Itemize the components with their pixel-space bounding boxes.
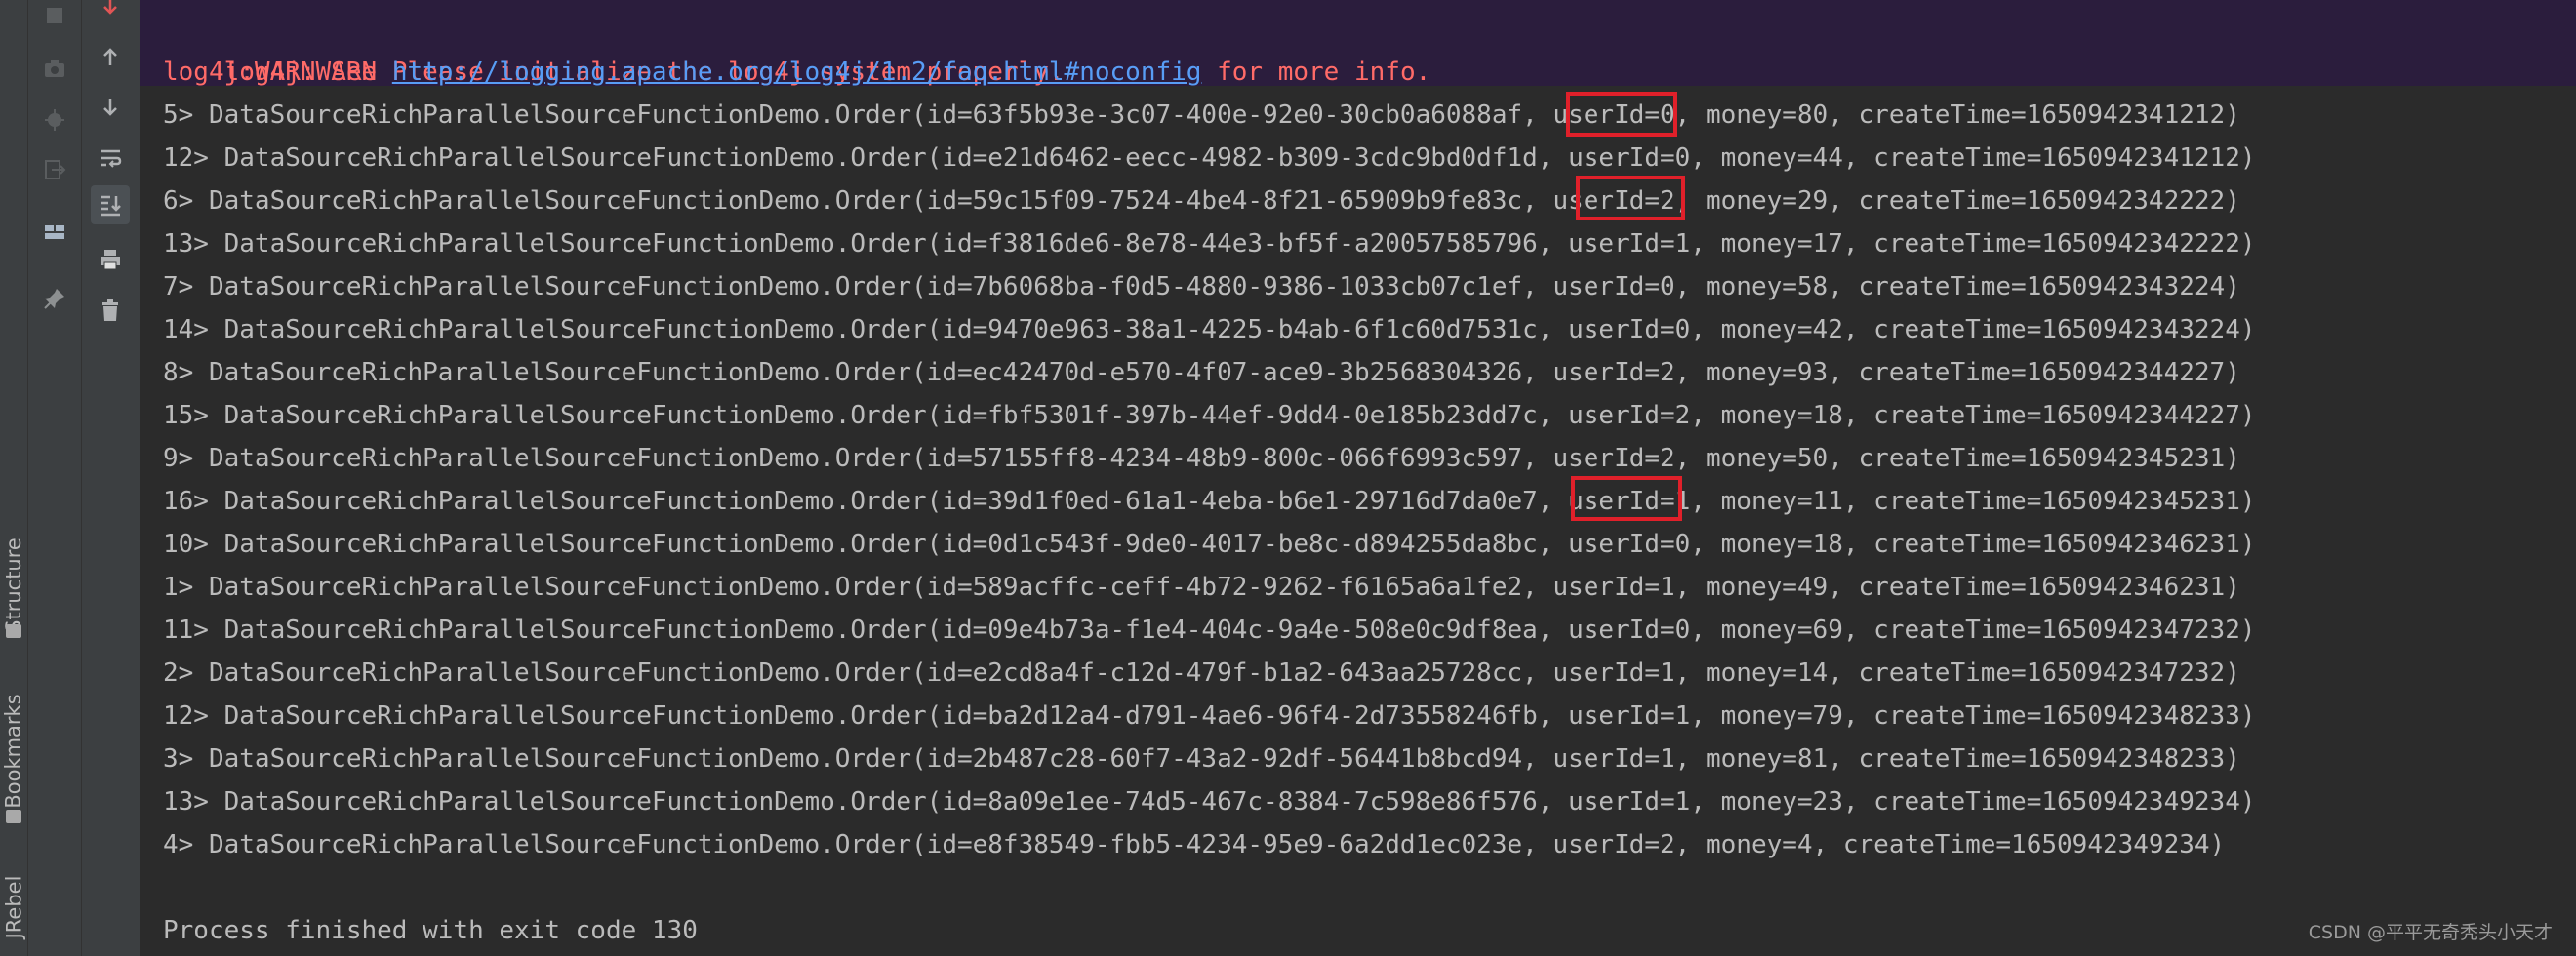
up-arrow-icon[interactable]	[91, 37, 130, 76]
soft-wrap-icon[interactable]	[91, 139, 130, 178]
output-line: 9> DataSourceRichParallelSourceFunctionD…	[163, 444, 2240, 473]
highlight-box	[1571, 476, 1682, 521]
output-line: 12> DataSourceRichParallelSourceFunction…	[163, 701, 2256, 731]
scroll-to-end-icon[interactable]	[91, 185, 130, 224]
run-toolbar-right	[82, 0, 141, 956]
exit-icon[interactable]	[35, 150, 74, 189]
console-output[interactable]: log4j:WARN Please initialize the log4j s…	[140, 0, 2576, 956]
output-line: 13> DataSourceRichParallelSourceFunction…	[163, 787, 2256, 817]
output-line: 1> DataSourceRichParallelSourceFunctionD…	[163, 573, 2240, 602]
warning-line: log4j:WARN Please initialize the log4j s…	[163, 8, 1065, 87]
exit-message: Process finished with exit code 130	[163, 916, 698, 945]
stop-icon[interactable]	[35, 0, 74, 35]
bookmarks-tab[interactable]: Bookmarks	[0, 683, 27, 819]
run-toolbar-left	[28, 0, 82, 956]
output-line: 4> DataSourceRichParallelSourceFunctionD…	[163, 830, 2226, 859]
output-line: 2> DataSourceRichParallelSourceFunctionD…	[163, 658, 2240, 688]
output-line: 13> DataSourceRichParallelSourceFunction…	[163, 229, 2256, 259]
down-icon[interactable]	[91, 88, 130, 127]
highlight-box	[1576, 176, 1685, 220]
side-tool-strip: Structure Bookmarks JRebel	[0, 0, 28, 956]
warning-prefix: log4j:WARN See	[163, 58, 392, 87]
warning-suffix: for more info.	[1201, 58, 1431, 87]
layout-icon[interactable]	[35, 213, 74, 252]
output-line: 14> DataSourceRichParallelSourceFunction…	[163, 315, 2256, 344]
bug-settings-icon[interactable]	[35, 100, 74, 139]
pin-icon[interactable]	[35, 279, 74, 318]
output-line: 5> DataSourceRichParallelSourceFunctionD…	[163, 100, 2240, 130]
trash-icon[interactable]	[91, 291, 130, 330]
output-line: 3> DataSourceRichParallelSourceFunctionD…	[163, 744, 2240, 774]
output-line: 12> DataSourceRichParallelSourceFunction…	[163, 143, 2256, 173]
output-line: 16> DataSourceRichParallelSourceFunction…	[163, 487, 2256, 516]
highlight-box	[1566, 92, 1677, 137]
output-line: 8> DataSourceRichParallelSourceFunctionD…	[163, 358, 2240, 387]
down-arrow-icon[interactable]	[91, 0, 130, 25]
print-icon[interactable]	[91, 240, 130, 279]
structure-tab-label: Structure	[2, 538, 26, 633]
camera-icon[interactable]	[35, 49, 74, 88]
output-line: 7> DataSourceRichParallelSourceFunctionD…	[163, 272, 2240, 301]
jrebel-tab-label: JRebel	[2, 875, 26, 939]
output-line: 6> DataSourceRichParallelSourceFunctionD…	[163, 186, 2240, 216]
bookmarks-tab-label: Bookmarks	[2, 694, 26, 809]
structure-icon	[6, 624, 21, 638]
jrebel-tab[interactable]: JRebel	[0, 858, 27, 956]
warning-line: log4j:WARN See http://logging.apache.org…	[163, 51, 1430, 94]
output-line: 15> DataSourceRichParallelSourceFunction…	[163, 401, 2256, 430]
watermark: CSDN @平平无奇秃头小天才	[2308, 922, 2553, 943]
output-line: 10> DataSourceRichParallelSourceFunction…	[163, 530, 2256, 559]
bookmark-icon	[6, 810, 21, 823]
output-line: 11> DataSourceRichParallelSourceFunction…	[163, 616, 2256, 645]
faq-link[interactable]: http://logging.apache.org/log4j/1.2/faq.…	[392, 58, 1202, 87]
